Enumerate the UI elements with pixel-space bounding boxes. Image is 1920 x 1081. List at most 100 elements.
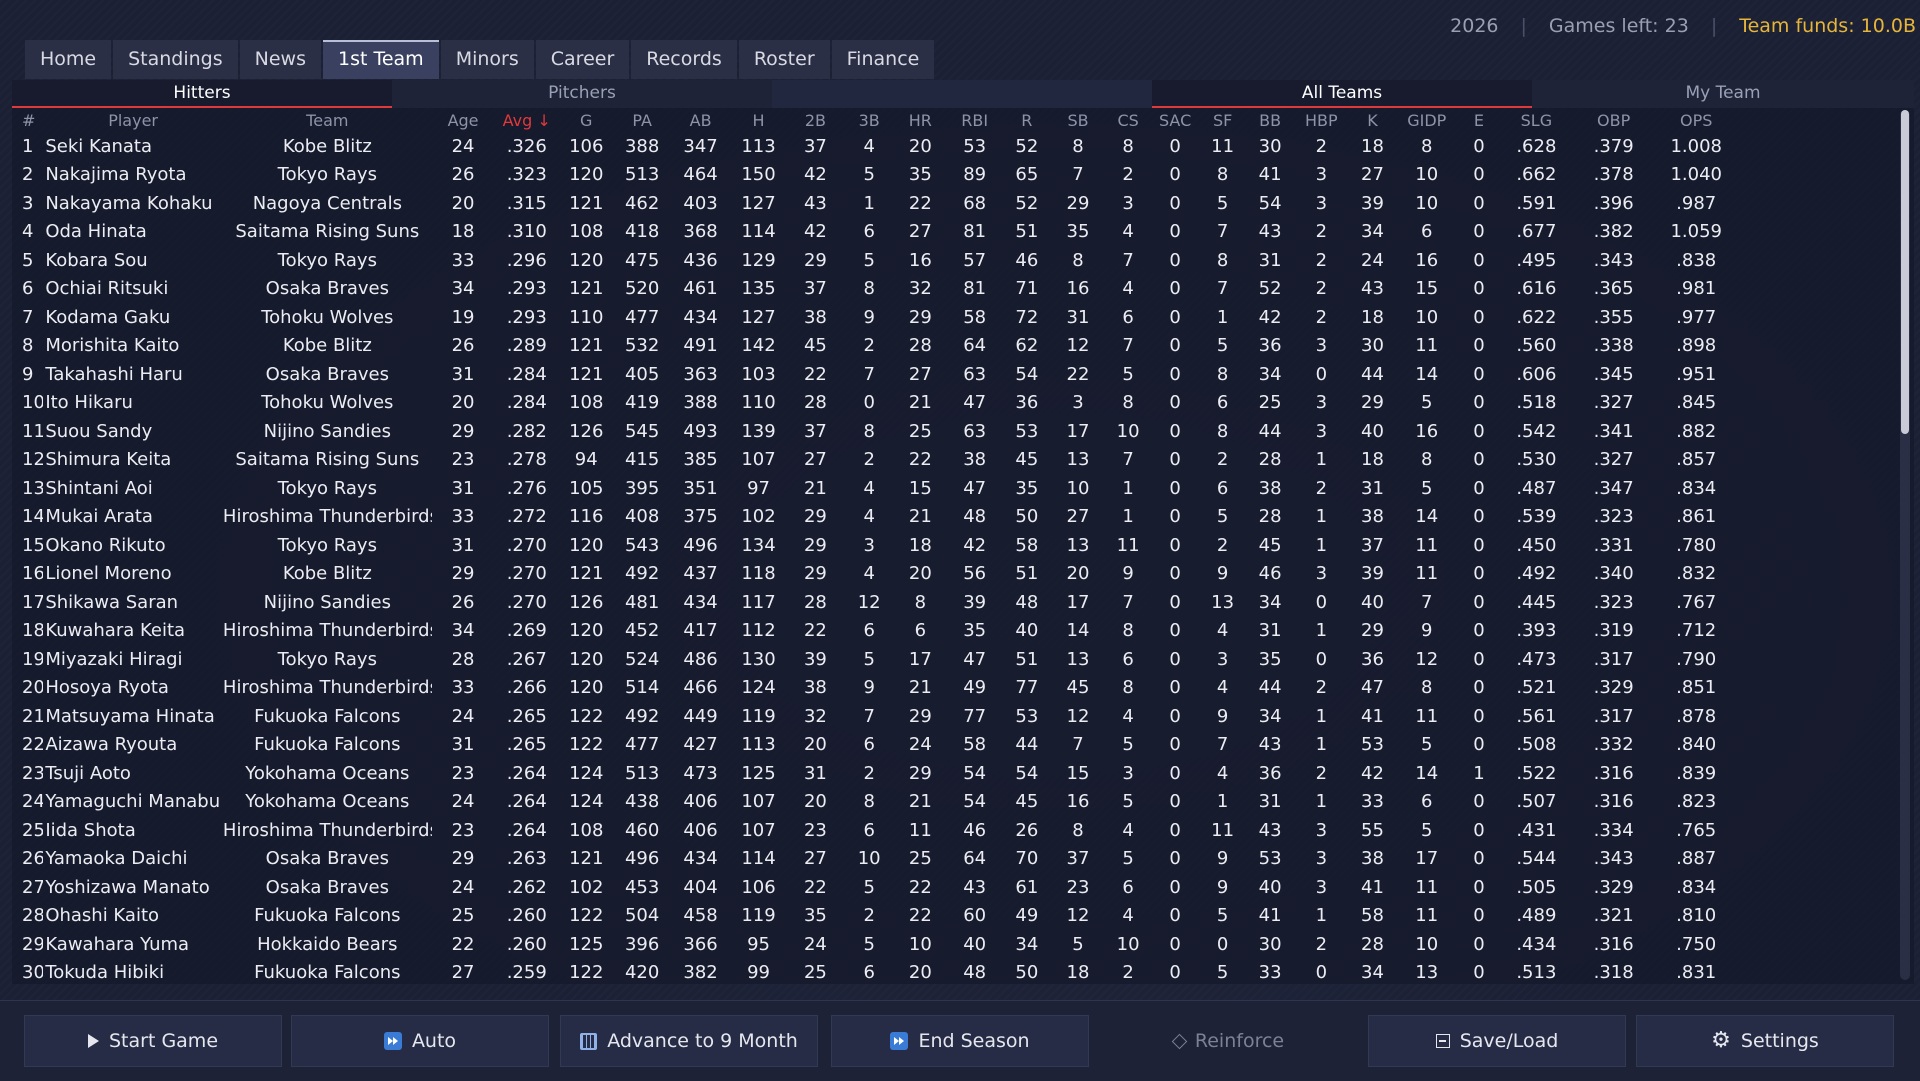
table-cell: .315: [506, 192, 547, 214]
column-header[interactable]: 2B: [787, 108, 844, 132]
table-row[interactable]: 25 Iida Shota Hiroshima Thunderbirds 23 .264…: [12, 816, 1737, 845]
column-header[interactable]: Age: [432, 108, 495, 132]
table-row[interactable]: 2 Nakajima Ryota Tokyo Rays 26 .323 120 513 464…: [12, 161, 1737, 190]
column-header[interactable]: Avg ↓: [494, 108, 559, 132]
table-row[interactable]: 5 Kobara Sou Tokyo Rays 33 .296 120 475 436 129 2…: [12, 246, 1737, 275]
column-header[interactable]: RBI: [946, 108, 1002, 132]
table-cell: 43: [963, 876, 987, 898]
table-cell: 0: [1169, 249, 1181, 271]
column-header[interactable]: HR: [894, 108, 946, 132]
tab-roster[interactable]: Roster: [738, 40, 830, 79]
table-row[interactable]: 6 Ochiai Ritsuki Osaka Braves 34.293 121 520 4…: [12, 275, 1737, 304]
column-header[interactable]: SF: [1199, 108, 1246, 132]
column-header[interactable]: R: [1003, 108, 1051, 132]
column-header[interactable]: OPS: [1655, 108, 1737, 132]
column-header[interactable]: #: [12, 108, 43, 132]
auto-button[interactable]: Auto: [291, 1015, 549, 1067]
table-cell: 25: [908, 420, 932, 442]
table-cell: .329: [1593, 677, 1634, 699]
table-row[interactable]: 24 Yamaguchi Manabu Yokohama Oceans 24.264 1…: [12, 788, 1737, 817]
table-row[interactable]: 1 Seki Kanata Kobe Blitz 24.326 106 388 347 113…: [12, 132, 1737, 161]
table-cell: .355: [1593, 306, 1634, 328]
subtab-all-teams[interactable]: All Teams: [1152, 80, 1532, 108]
column-header[interactable]: HBP: [1294, 108, 1348, 132]
table-cell: 10: [22, 392, 44, 414]
table-cell: 6: [863, 734, 875, 756]
table-row[interactable]: 4 Oda Hinata Saitama Rising Suns 18 .310 108 4…: [12, 218, 1737, 247]
column-header[interactable]: H: [730, 108, 786, 132]
column-header[interactable]: GIDP: [1396, 108, 1457, 132]
table-cell: 11: [1415, 876, 1439, 898]
table-row[interactable]: 17 Shikawa Saran Nijino Sandies 26.270 126 48…: [12, 588, 1737, 617]
table-cell: .263: [506, 848, 547, 870]
table-row[interactable]: 20 Hosoya Ryota Hiroshima Thunderbirds 33.2…: [12, 674, 1737, 703]
column-header[interactable]: Team: [223, 108, 432, 132]
column-header[interactable]: K: [1348, 108, 1396, 132]
table-cell: 0: [1473, 905, 1485, 927]
table-row[interactable]: 28 Ohashi Kaito Fukuoka Falcons 25.260 122 50…: [12, 902, 1737, 931]
column-header[interactable]: AB: [671, 108, 731, 132]
table-cell: .987: [1676, 192, 1717, 214]
reinforce-button[interactable]: Reinforce: [1100, 1015, 1358, 1067]
column-header[interactable]: E: [1457, 108, 1501, 132]
scrollbar-thumb[interactable]: [1901, 110, 1909, 434]
tab-home[interactable]: Home: [25, 40, 112, 79]
table-row[interactable]: 18 Kuwahara Keita Hiroshima Thunderbirds 34…: [12, 617, 1737, 646]
table-cell: 14: [1415, 762, 1439, 784]
column-header[interactable]: 3B: [844, 108, 894, 132]
table-row[interactable]: 19 Miyazaki Hiragi Tokyo Rays 28.267 120 524 4…: [12, 645, 1737, 674]
tab-finance[interactable]: Finance: [831, 40, 935, 79]
table-row[interactable]: 3 Nakayama Kohaku Nagoya Centrals 20 .315 121…: [12, 189, 1737, 218]
table-row[interactable]: 27 Yoshizawa Manato Osaka Braves 24 .262 102 4…: [12, 873, 1737, 902]
table-row[interactable]: 14 Mukai Arata Hiroshima Thunderbirds 33.27…: [12, 503, 1737, 532]
table-cell: 95: [747, 933, 770, 955]
table-cell: 34: [1258, 363, 1282, 385]
table-cell: .343: [1593, 848, 1634, 870]
column-header[interactable]: OBP: [1572, 108, 1656, 132]
end-season-button[interactable]: End Season: [831, 1015, 1089, 1067]
column-header[interactable]: BB: [1246, 108, 1294, 132]
table-row[interactable]: 9 Takahashi Haru Osaka Braves 31 .284 121 405 3…: [12, 360, 1737, 389]
column-header[interactable]: CS: [1105, 108, 1151, 132]
table-scrollbar[interactable]: [1900, 110, 1910, 980]
start-game-button[interactable]: Start Game: [24, 1015, 282, 1067]
table-row[interactable]: 15 Okano Rikuto Tokyo Rays 31.270 120 543 496 1…: [12, 531, 1737, 560]
table-cell: 47: [963, 477, 987, 499]
table-row[interactable]: 21 Matsuyama Hinata Fukuoka Falcons 24 .265 1…: [12, 702, 1737, 731]
table-row[interactable]: 8 Morishita Kaito Kobe Blitz 26.289 121 532 49…: [12, 332, 1737, 361]
column-header[interactable]: G: [559, 108, 613, 132]
tab-1st-team[interactable]: 1st Team: [323, 40, 439, 79]
column-header[interactable]: Player: [43, 108, 223, 132]
subtab-my-team[interactable]: My Team: [1532, 80, 1914, 108]
table-row[interactable]: 7 Kodama Gaku Tohoku Wolves 19.293 110 477 434…: [12, 303, 1737, 332]
tab-career[interactable]: Career: [535, 40, 630, 79]
table-row[interactable]: 13 Shintani Aoi Tokyo Rays 31.276 105 395 351 9…: [12, 474, 1737, 503]
tab-news[interactable]: News: [239, 40, 321, 79]
subtab-hitters[interactable]: Hitters: [12, 80, 392, 108]
column-header[interactable]: SAC: [1151, 108, 1199, 132]
table-row[interactable]: 16 Lionel Moreno Kobe Blitz 29 .270 121 492 437…: [12, 560, 1737, 589]
table-row[interactable]: 22 Aizawa Ryouta Fukuoka Falcons 31 .265 122 4…: [12, 731, 1737, 760]
table-cell: .379: [1593, 135, 1634, 157]
subtab-pitchers[interactable]: Pitchers: [392, 80, 772, 108]
table-cell: 9: [1421, 620, 1433, 642]
column-header[interactable]: SLG: [1501, 108, 1572, 132]
save-load-label: Save/Load: [1459, 1030, 1559, 1052]
table-row[interactable]: 12 Shimura Keita Saitama Rising Suns 23.278…: [12, 446, 1737, 475]
table-cell: 385: [683, 449, 718, 471]
tab-minors[interactable]: Minors: [440, 40, 534, 79]
table-cell: 3: [1315, 164, 1328, 186]
table-row[interactable]: 11 Suou Sandy Nijino Sandies 29 .282 126 545 49…: [12, 417, 1737, 446]
column-header[interactable]: PA: [613, 108, 670, 132]
tab-records[interactable]: Records: [631, 40, 737, 79]
table-row[interactable]: 10 Ito Hikaru Tohoku Wolves 20 .284 108 419 388…: [12, 389, 1737, 418]
table-row[interactable]: 30 Tokuda Hibiki Fukuoka Falcons 27 .259 122 4…: [12, 959, 1737, 985]
column-header[interactable]: SB: [1051, 108, 1105, 132]
save-load-button[interactable]: Save/Load: [1368, 1015, 1626, 1067]
settings-button[interactable]: ⚙ Settings: [1636, 1015, 1894, 1067]
table-row[interactable]: 23 Tsuji Aoto Yokohama Oceans 23.264 124 513 4…: [12, 759, 1737, 788]
table-row[interactable]: 29 Kawahara Yuma Hokkaido Bears 22 .260 125 39…: [12, 930, 1737, 959]
table-row[interactable]: 26 Yamaoka Daichi Osaka Braves 29 .263 121 496…: [12, 845, 1737, 874]
advance-month-button[interactable]: Advance to 9 Month: [560, 1015, 818, 1067]
tab-standings[interactable]: Standings: [113, 40, 238, 79]
